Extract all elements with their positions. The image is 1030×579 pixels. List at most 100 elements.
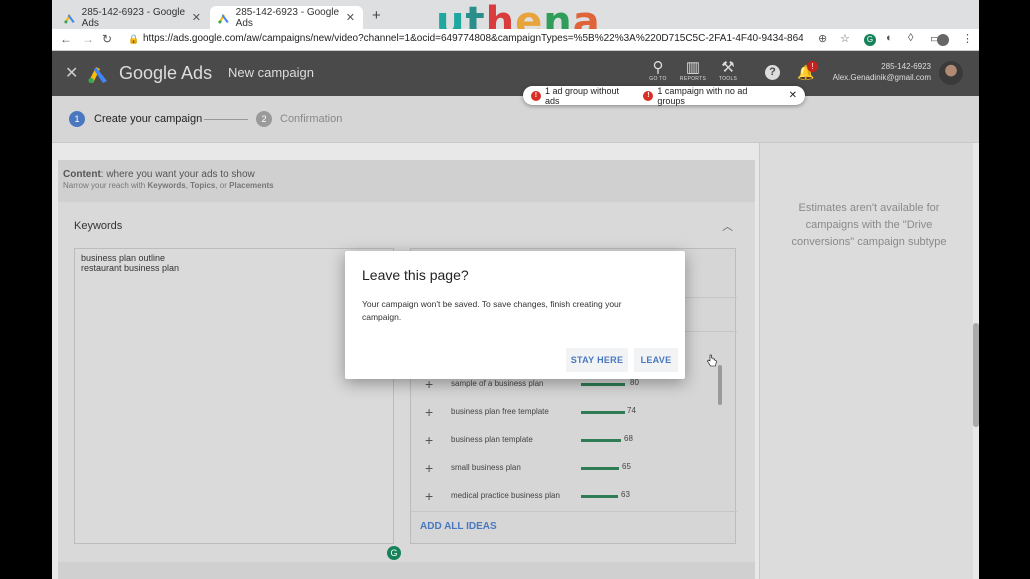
error-icon: !	[531, 90, 541, 101]
estimates-panel: Estimates aren't available for campaigns…	[759, 143, 973, 579]
relevance-bar	[581, 467, 619, 470]
profile-avatar-icon[interactable]	[937, 34, 949, 46]
dialog-body: Your campaign won't be saved. To save ch…	[362, 299, 622, 322]
keywords-link[interactable]: Keywords	[147, 181, 185, 190]
tool-label: REPORTS	[679, 76, 707, 82]
close-icon[interactable]: ✕	[65, 63, 78, 83]
account-id: 285-142-6923	[881, 62, 931, 71]
relevance-score: 68	[624, 434, 633, 443]
keyword-idea-text: business plan free template	[451, 407, 549, 416]
tab-title: 285-142-6923 - Google Ads	[235, 6, 340, 29]
plus-icon[interactable]: +	[425, 488, 433, 504]
tab-close-icon[interactable]: ✕	[346, 11, 355, 24]
back-arrow-icon[interactable]: ←	[60, 32, 72, 46]
keyword-idea-row[interactable]: + business plan free template 74	[411, 399, 737, 427]
avatar[interactable]	[939, 61, 963, 85]
plus-icon[interactable]: +	[425, 404, 433, 420]
keyword-line: business plan outline	[81, 253, 166, 263]
keyword-idea-row[interactable]: + business plan template 68	[411, 427, 737, 455]
reports-icon: ▥	[685, 59, 701, 76]
help-icon[interactable]: ?	[765, 65, 780, 80]
plus-icon[interactable]: +	[425, 460, 433, 476]
bookmark-star-icon[interactable]: ☆	[840, 32, 850, 45]
step-connector	[204, 119, 248, 120]
error-icon: !	[643, 90, 654, 101]
browser-window: 285-142-6923 - Google Ads ✕ 285-142-6923…	[52, 0, 979, 579]
google-ads-logo-icon	[88, 67, 107, 83]
relevance-score: 74	[627, 406, 636, 415]
tool-label: GO TO	[649, 76, 667, 82]
address-bar-row: ← → ↻ 🔒 https://ads.google.com/aw/campai…	[52, 29, 979, 51]
keyword-idea-text: sample of a business plan	[451, 379, 544, 388]
relevance-bar	[581, 495, 618, 498]
stay-here-button[interactable]: STAY HERE	[566, 348, 628, 372]
close-icon[interactable]: ✕	[789, 90, 797, 101]
page-title: New campaign	[228, 65, 314, 80]
content-title-rest: : where you want your ads to show	[100, 169, 255, 180]
relevance-bar	[581, 439, 621, 442]
content-title-bold: Content	[63, 169, 101, 180]
plus-icon[interactable]: +	[425, 432, 433, 448]
keyword-idea-text: business plan template	[451, 435, 533, 444]
notification-badge: !	[807, 61, 818, 72]
new-tab-icon[interactable]: +	[372, 7, 381, 24]
mouse-pointer-icon	[707, 354, 717, 367]
add-all-ideas-button[interactable]: ADD ALL IDEAS	[420, 521, 497, 532]
url-input[interactable]: https://ads.google.com/aw/campaigns/new/…	[143, 33, 803, 44]
chevron-up-icon[interactable]: ︿	[722, 218, 733, 234]
leave-button[interactable]: LEAVE	[634, 348, 678, 372]
tab-title: 285-142-6923 - Google Ads	[81, 6, 186, 29]
search-icon: ⚲	[652, 59, 664, 76]
google-ads-favicon-icon	[64, 13, 75, 23]
alert-text[interactable]: 1 ad group without ads	[545, 86, 635, 106]
page-scrollbar[interactable]	[973, 323, 979, 427]
divider	[411, 511, 737, 512]
alert-text[interactable]: 1 campaign with no ad groups	[657, 86, 776, 106]
relevance-score: 80	[630, 378, 639, 387]
keywords-title: Keywords	[74, 220, 123, 232]
tab-close-icon[interactable]: ✕	[192, 11, 201, 24]
forward-arrow-icon[interactable]: →	[82, 32, 94, 46]
wrench-icon: ⚒	[721, 59, 735, 76]
lock-icon: 🔒	[128, 34, 140, 44]
reports-button[interactable]: ▥ REPORTS	[678, 59, 708, 83]
account-email: Alex.Genadinik@gmail.com	[832, 73, 931, 82]
tab-strip: 285-142-6923 - Google Ads ✕ 285-142-6923…	[52, 0, 979, 42]
tool-label: TOOLS	[718, 76, 738, 82]
extension-icon[interactable]: ◐	[886, 32, 893, 44]
alert-chip[interactable]: ! 1 ad group without ads ! 1 campaign wi…	[523, 86, 805, 106]
tools-button[interactable]: ⚒ TOOLS	[713, 59, 743, 83]
relevance-score: 63	[621, 490, 630, 499]
extension-icon[interactable]: ◊	[908, 32, 913, 44]
browser-tab-1[interactable]: 285-142-6923 - Google Ads ✕	[56, 6, 209, 29]
subtitle-text: , or	[215, 181, 230, 190]
placements-link[interactable]: Placements	[229, 181, 273, 190]
menu-kebab-icon[interactable]: ⋮	[962, 32, 973, 45]
dialog-title: Leave this page?	[362, 267, 469, 283]
zoom-icon[interactable]: ⊕	[818, 32, 827, 45]
grammarly-icon[interactable]: G	[387, 546, 401, 560]
content-title: Content: where you want your ads to show	[63, 169, 255, 180]
relevance-bar	[581, 411, 625, 414]
keyword-idea-row[interactable]: + small business plan 65	[411, 455, 737, 483]
reload-icon[interactable]: ↻	[102, 32, 112, 46]
step-1-label[interactable]: Create your campaign	[94, 113, 202, 125]
estimates-message: Estimates aren't available for campaigns…	[791, 202, 947, 248]
step-2-label: Confirmation	[280, 113, 343, 125]
browser-tab-2[interactable]: 285-142-6923 - Google Ads ✕	[210, 6, 363, 29]
step-1-number: 1	[69, 111, 85, 127]
leave-page-dialog: Leave this page? Your campaign won't be …	[345, 251, 685, 379]
grammarly-extension-icon[interactable]: G	[864, 34, 876, 46]
relevance-score: 65	[622, 462, 631, 471]
keyword-line: restaurant business plan	[81, 263, 180, 273]
keyword-idea-text: medical practice business plan	[451, 491, 560, 500]
ads-header: ✕ Google Ads New campaign ⚲ GO TO ▥ REPO…	[52, 51, 979, 96]
go-to-button[interactable]: ⚲ GO TO	[643, 59, 673, 83]
topics-link[interactable]: Topics	[190, 181, 215, 190]
keyword-idea-row[interactable]: + medical practice business plan 63	[411, 483, 737, 511]
relevance-bar	[581, 383, 625, 386]
content-subtitle: Narrow your reach with Keywords, Topics,…	[63, 181, 274, 190]
account-info[interactable]: 285-142-6923 Alex.Genadinik@gmail.com	[833, 61, 931, 83]
video-letterbox-left	[0, 0, 52, 579]
step-2-number: 2	[256, 111, 272, 127]
